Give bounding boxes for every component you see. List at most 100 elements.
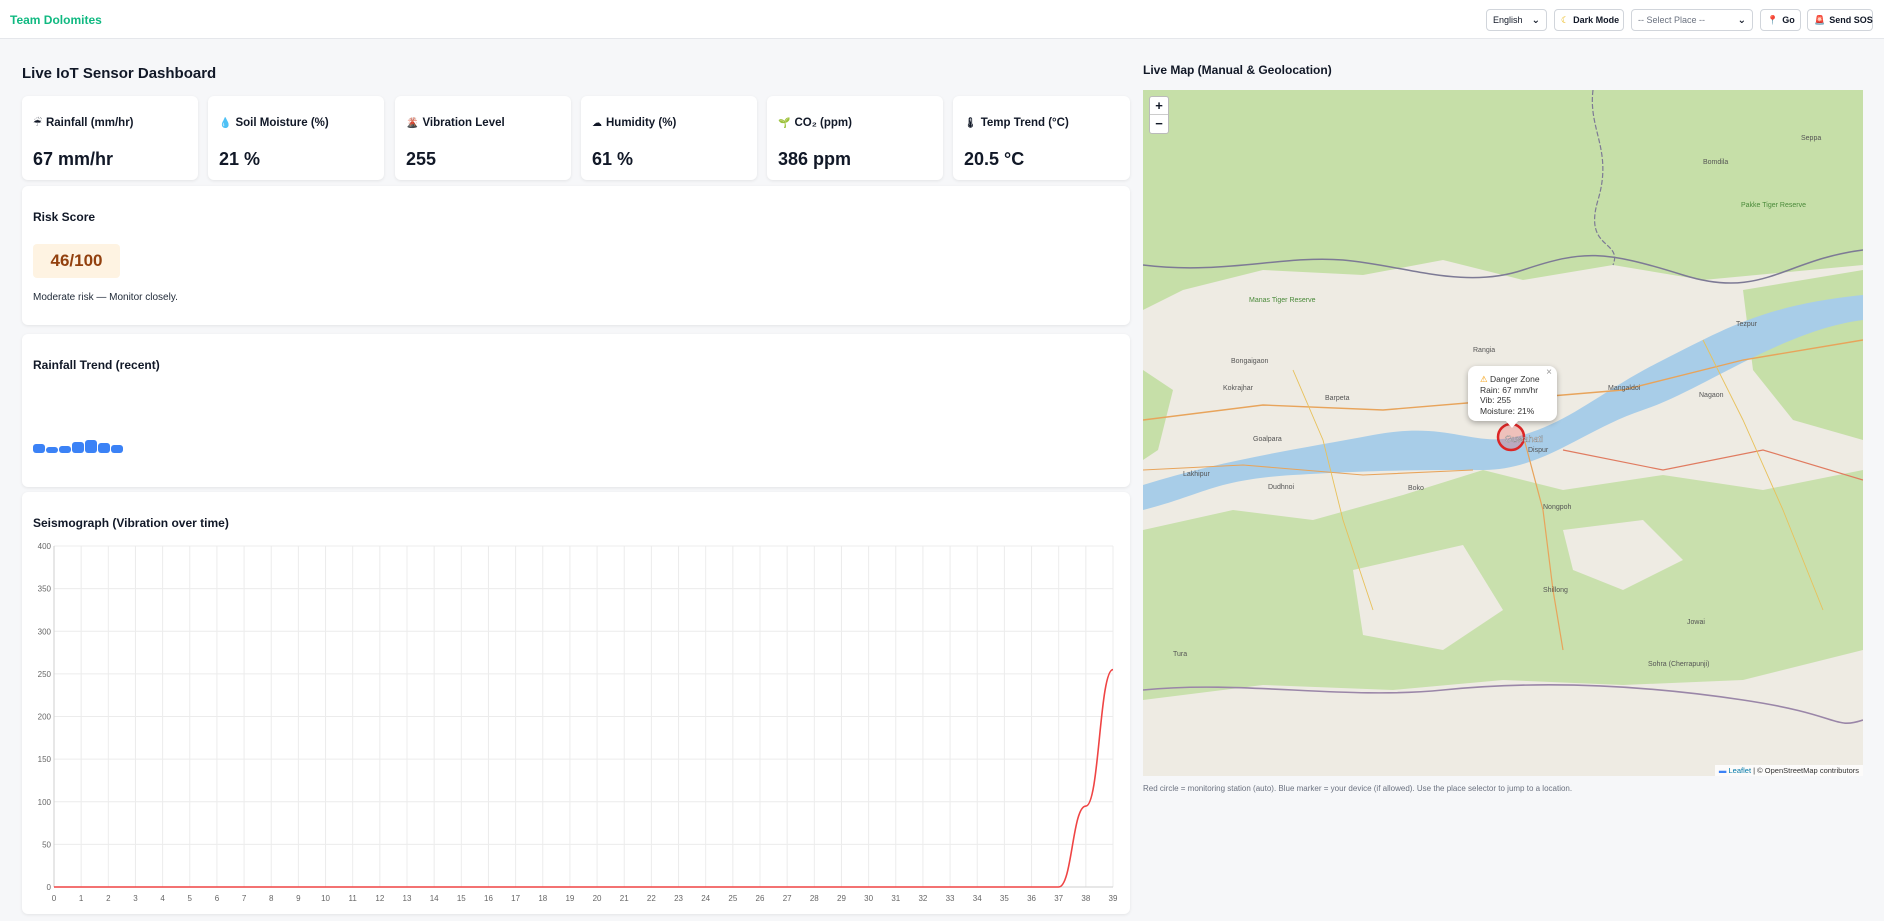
rainfall-bar [111,445,123,453]
map-place-label: Shillong [1543,587,1568,594]
umbrella-icon: ☔ [33,118,42,129]
rainfall-bar [72,442,84,453]
x-tick-label: 14 [430,894,439,903]
map-place-label: Goalpara [1253,436,1282,443]
x-tick-label: 24 [701,894,710,903]
moon-icon: ☾ [1561,14,1570,25]
x-tick-label: 5 [188,894,193,903]
x-tick-label: 10 [321,894,330,903]
zoom-out-button[interactable]: − [1150,115,1168,133]
live-map[interactable]: Guwahati Bongaigaon Barpeta Goalpara Shillo… [1143,90,1863,776]
place-select[interactable]: -- Select Place -- ⌄ [1631,9,1753,31]
droplet-icon: 💧 [219,118,232,129]
sensor-value: 255 [406,149,437,169]
x-tick-label: 20 [593,894,602,903]
risk-note: Moderate risk — Monitor closely. [33,292,178,303]
sensor-label-text: Rainfall (mm/hr) [45,117,134,129]
x-tick-label: 13 [403,894,412,903]
y-tick-label: 0 [47,883,52,892]
rainfall-trend-title: Rainfall Trend (recent) [33,358,160,372]
sensor-value: 61 % [592,149,634,169]
sensor-value: 67 mm/hr [33,149,114,169]
x-tick-label: 0 [52,894,57,903]
map-place-label: Manas Tiger Reserve [1249,297,1316,304]
sensor-label: 💧 Soil Moisture (%) [219,117,329,129]
sensor-label-text: Temp Trend (°C) [980,117,1069,129]
go-label: Go [1782,15,1795,25]
x-tick-label: 32 [918,894,927,903]
popup-rain: Rain: 67 mm/hr [1480,384,1539,395]
y-tick-label: 150 [38,755,52,764]
sensor-label-text: Humidity (%) [606,117,677,129]
osm-attribution: | © OpenStreetMap contributors [1753,766,1859,775]
x-tick-label: 23 [674,894,683,903]
rainfall-trend-bars [33,433,123,453]
x-tick-label: 16 [484,894,493,903]
popup-vib: Vib: 255 [1480,395,1512,405]
vibration-series-line [53,668,1114,888]
popup-moisture: Moisture: 21% [1480,405,1535,416]
place-select-value: -- Select Place -- [1638,15,1706,25]
map-place-label: Nongpoh [1543,504,1572,511]
x-tick-label: 38 [1081,894,1090,903]
volcano-icon: 🌋 [406,118,419,129]
risk-score-badge: 46/100 [33,244,120,278]
top-bar: Team Dolomites English ⌄ ☾ Dark Mode -- … [0,0,1884,39]
dark-mode-button[interactable]: ☾ Dark Mode [1554,9,1624,31]
x-tick-label: 9 [296,894,301,903]
map-place-label: Lakhipur [1183,471,1211,478]
station-label: Guwahati [1505,434,1543,444]
sensor-label: 🌱 CO₂ (ppm) [778,117,852,129]
map-place-label: Kokrajhar [1223,385,1254,392]
x-tick-label: 29 [837,894,846,903]
popup-tip [1505,420,1519,428]
map-place-label: Rangia [1473,347,1495,354]
y-tick-label: 350 [38,585,52,594]
map-place-label: Tura [1173,651,1187,658]
language-value: English [1493,15,1523,25]
sensor-value: 20.5 °C [964,149,1025,169]
map-title: Live Map (Manual & Geolocation) [1143,63,1332,77]
leaflet-link[interactable]: Leaflet [1729,766,1752,775]
warning-icon: ⚠ [1480,374,1488,384]
map-place-label: Boko [1408,485,1424,492]
sensor-label: 🌡 Temp Trend (°C) [964,117,1069,129]
x-tick-label: 15 [457,894,466,903]
y-tick-label: 250 [38,670,52,679]
language-select[interactable]: English ⌄ [1486,9,1547,31]
y-tick-label: 50 [42,840,51,849]
thermometer-icon: 🌡 [964,118,977,129]
x-tick-label: 2 [106,894,111,903]
map-place-label: Bomdila [1703,159,1728,166]
sensor-label: ☔ Rainfall (mm/hr) [33,117,134,129]
risk-score-title: Risk Score [33,210,96,224]
x-tick-label: 7 [242,894,247,903]
rainfall-bar [46,447,58,453]
rainfall-bar [85,440,97,453]
sensor-label: 🌋 Vibration Level [406,117,505,129]
popup-close-button[interactable]: × [1546,367,1552,379]
risk-score-card: Risk Score 46/100 Moderate risk — Monito… [22,186,1130,325]
map-place-label: Pakke Tiger Reserve [1741,202,1806,209]
x-tick-label: 19 [565,894,574,903]
rainfall-trend-card: Rainfall Trend (recent) [22,334,1130,487]
send-sos-button[interactable]: 🚨 Send SOS [1807,9,1873,31]
siren-icon: 🚨 [1814,14,1826,25]
sensor-card: 🌋 Vibration Level 255 [395,96,571,180]
x-tick-label: 39 [1109,894,1118,903]
sos-label: Send SOS [1829,15,1873,25]
map-place-label: Sohra (Cherrapunji) [1648,661,1709,668]
zoom-control: + − [1149,96,1169,134]
rainfall-bar [33,444,45,453]
ukraine-flag-icon: ▬ [1718,766,1727,775]
sensor-card: ☁ Humidity (%) 61 % [581,96,757,180]
map-tiles: Guwahati Bongaigaon Barpeta Goalpara Shillo… [1143,90,1863,776]
go-button[interactable]: 📍 Go [1760,9,1801,31]
map-place-label: Bongaigaon [1231,358,1268,365]
sensor-card: 🌡 Temp Trend (°C) 20.5 °C [953,96,1130,180]
sensor-value: 386 ppm [778,149,852,169]
map-place-label: Barpeta [1325,395,1350,402]
zoom-in-button[interactable]: + [1150,97,1168,115]
x-tick-label: 6 [215,894,220,903]
x-tick-label: 31 [891,894,900,903]
